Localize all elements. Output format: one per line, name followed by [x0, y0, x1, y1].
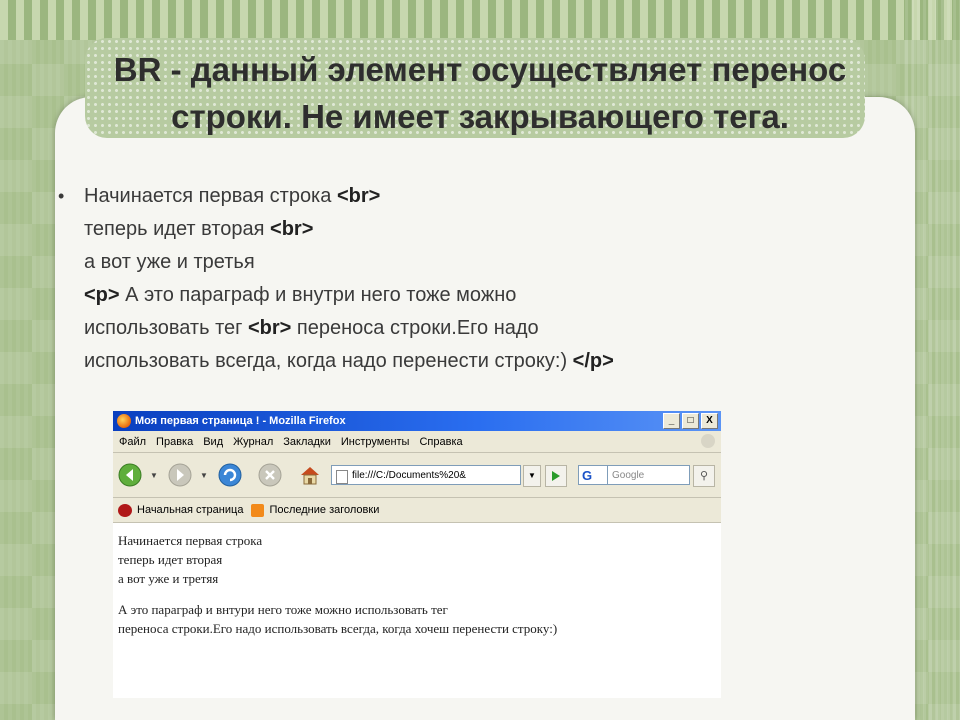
window-title: Моя первая страница ! - Mozilla Firefox — [135, 415, 346, 427]
search-input[interactable]: Google — [608, 465, 690, 485]
window-controls: _ □ X — [663, 413, 718, 429]
browser-navbar: ▼ ▼ file:///C:/Documents%20& ▼ G Google … — [113, 453, 721, 498]
bullet-line-text: А это параграф и внутри него тоже можно — [119, 284, 517, 306]
url-text: file:///C:/Documents%20& — [352, 470, 466, 481]
bullet-line-1: Начинается первая строка <br> — [84, 180, 818, 213]
html-tag: <br> — [336, 185, 381, 207]
bookmark-start-page[interactable]: Начальная страница — [137, 504, 243, 516]
minimize-button[interactable]: _ — [663, 413, 680, 429]
url-dropdown-icon[interactable]: ▼ — [523, 465, 541, 487]
menu-view[interactable]: Вид — [203, 436, 223, 448]
back-history-dropdown-icon[interactable]: ▼ — [150, 471, 158, 480]
bullet-line-5: использовать тег <br> переноса строки.Ег… — [84, 312, 818, 345]
back-arrow-icon[interactable] — [117, 463, 143, 487]
background-stripe-band — [0, 0, 960, 40]
bullet-line-6: использовать всегда, когда надо перенест… — [84, 345, 818, 378]
firefox-logo-icon — [117, 414, 131, 428]
bullet-line-text: использовать тег — [84, 317, 248, 339]
home-icon[interactable] — [297, 463, 323, 487]
stop-icon[interactable] — [257, 463, 283, 487]
bullet-line-3: а вот уже и третья — [84, 246, 818, 279]
url-input[interactable]: file:///C:/Documents%20& — [331, 465, 521, 485]
menu-tools[interactable]: Инструменты — [341, 436, 410, 448]
rss-feed-icon — [251, 503, 265, 517]
throbber-icon — [701, 434, 715, 448]
maximize-button[interactable]: □ — [682, 413, 699, 429]
browser-titlebar: Моя первая страница ! - Mozilla Firefox … — [113, 411, 721, 431]
html-tag: </p> — [572, 350, 614, 372]
bullet-line-text: теперь идет вторая — [84, 218, 271, 240]
bookmark-home-icon — [118, 503, 132, 517]
menu-bookmarks[interactable]: Закладки — [283, 436, 331, 448]
bullet-text: Начинается первая строка <br> теперь иде… — [84, 180, 818, 378]
html-tag: <br> — [270, 218, 314, 240]
bullet-line-text: а вот уже и третья — [84, 251, 255, 273]
bookmark-latest-headlines[interactable]: Последние заголовки — [269, 504, 379, 516]
menu-file[interactable]: Файл — [119, 436, 146, 448]
page-icon — [336, 470, 348, 484]
forward-history-dropdown-icon[interactable]: ▼ — [200, 471, 208, 480]
page-line: а вот уже и третяя — [118, 571, 219, 586]
menu-history[interactable]: Журнал — [233, 436, 273, 448]
reload-icon[interactable] — [217, 463, 243, 487]
html-tag: <br> — [247, 317, 292, 339]
close-button[interactable]: X — [701, 413, 718, 429]
browser-screenshot: Моя первая страница ! - Mozilla Firefox … — [113, 411, 721, 698]
bullet-line-text: использовать всегда, когда надо перенест… — [84, 350, 573, 372]
bullet-line-text: Начинается первая строка — [84, 185, 337, 207]
bullet-dot-icon: • — [58, 186, 65, 206]
forward-arrow-icon[interactable] — [167, 463, 193, 487]
browser-menubar: Файл Правка Вид Журнал Закладки Инструме… — [113, 431, 721, 453]
search-icon[interactable]: ⚲ — [693, 465, 715, 487]
page-paragraph-line: А это параграф и внтури него тоже можно … — [118, 602, 448, 617]
html-tag: <p> — [84, 284, 120, 306]
bullet-item: • Начинается первая строка <br> теперь и… — [58, 180, 818, 378]
page-line: Начинается первая строка — [118, 533, 263, 548]
slide-title: BR - данный элемент осуществляет перенос… — [113, 51, 847, 135]
browser-viewport: Начинается первая строка теперь идет вто… — [113, 523, 721, 698]
bullet-line-text: переноса строки.Его надо — [291, 317, 539, 339]
page-paragraph-line: переноса строки.Его надо использовать вс… — [118, 621, 558, 636]
search-engine-selector[interactable]: G — [578, 465, 608, 485]
bullet-line-2: теперь идет вторая <br> — [84, 213, 818, 246]
menu-edit[interactable]: Правка — [156, 436, 193, 448]
bullet-line-4: <p> А это параграф и внутри него тоже мо… — [84, 279, 818, 312]
go-button[interactable] — [545, 465, 567, 487]
page-line: теперь идет вторая — [118, 552, 223, 567]
bookmarks-toolbar: Начальная страница Последние заголовки — [113, 498, 721, 523]
menu-help[interactable]: Справка — [419, 436, 462, 448]
